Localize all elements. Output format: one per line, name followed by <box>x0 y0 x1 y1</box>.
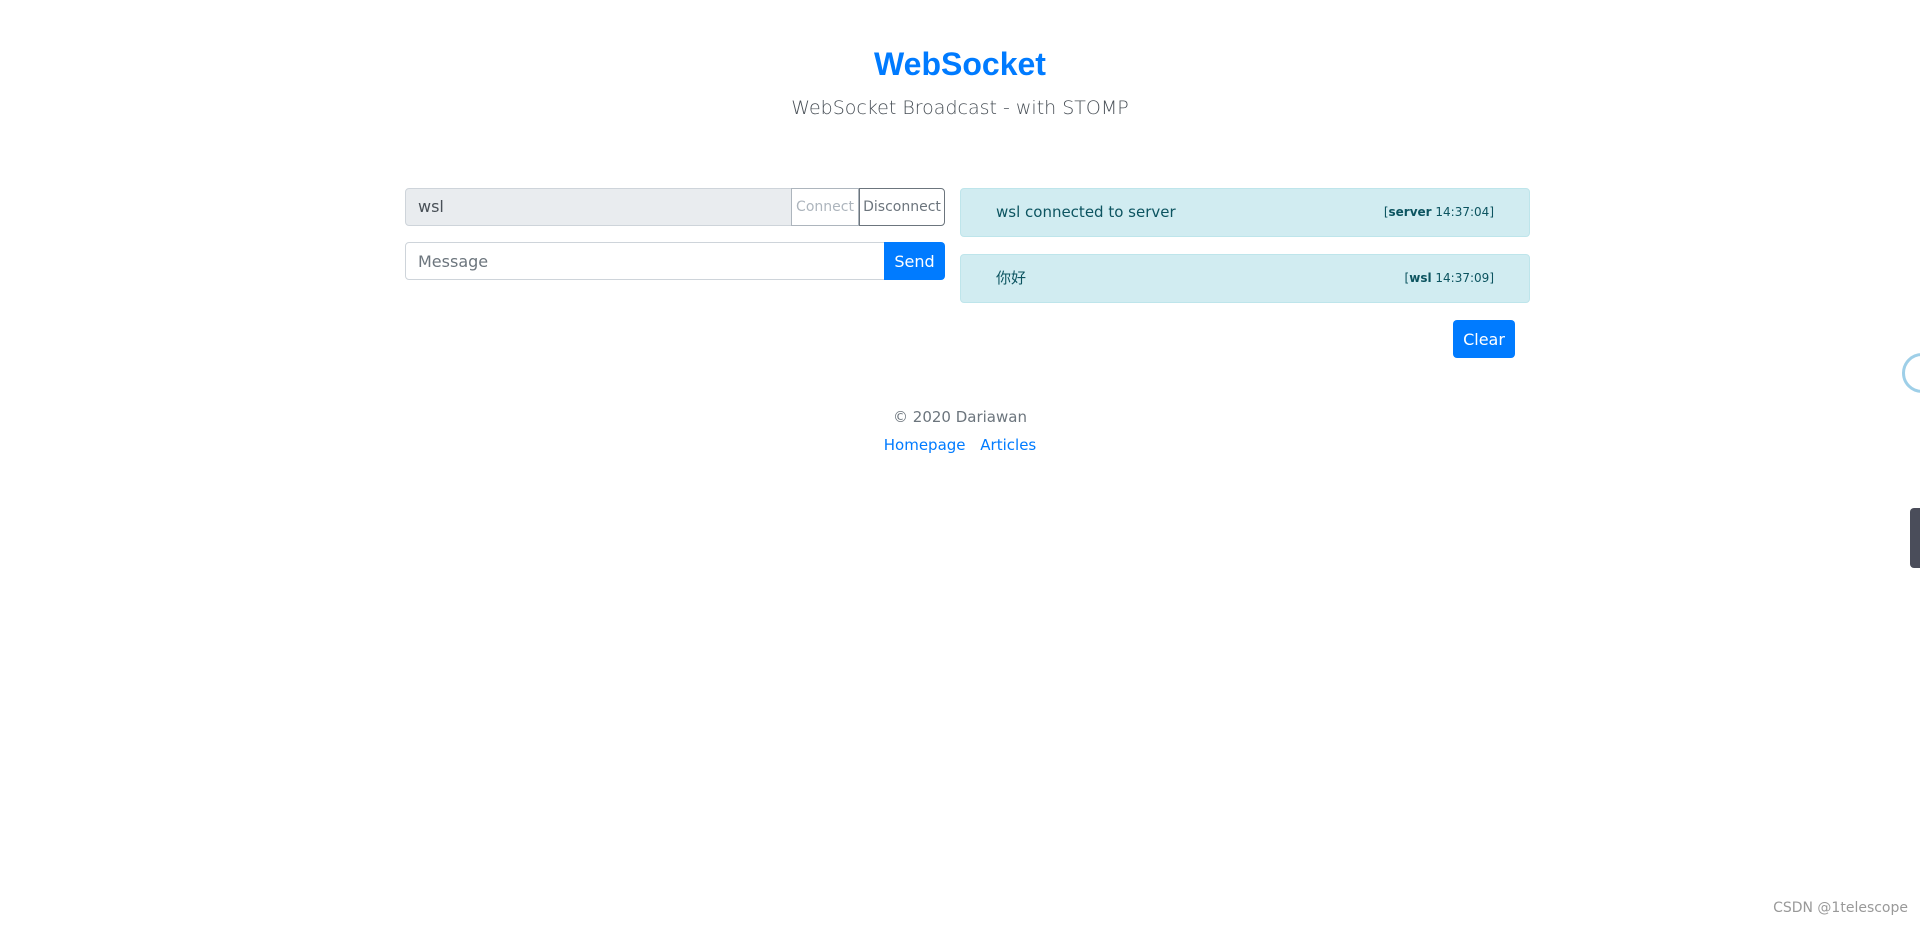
message-meta: [wsl 14:37:09] <box>1404 271 1494 285</box>
footer-links: Homepage Articles <box>0 436 1920 454</box>
message-time: 14:37:04 <box>1435 205 1490 219</box>
send-button[interactable]: Send <box>884 242 945 280</box>
homepage-link[interactable]: Homepage <box>884 436 966 454</box>
message-text: 你好 <box>996 269 1027 287</box>
username-input[interactable]: wsl <box>405 188 792 226</box>
message-text: wsl connected to server <box>996 203 1176 221</box>
page-subtitle: WebSocket Broadcast - with STOMP <box>791 97 1129 119</box>
message-sender: wsl <box>1409 271 1432 285</box>
message-sender: server <box>1388 205 1432 219</box>
page-title: WebSocket <box>874 46 1046 82</box>
clear-button[interactable]: Clear <box>1453 320 1515 358</box>
watermark: CSDN @1telescope <box>1773 900 1908 916</box>
extension-side-widget-icon[interactable] <box>1910 508 1920 568</box>
extension-floating-icon[interactable] <box>1902 353 1920 393</box>
footer-copyright: © 2020 Dariawan <box>893 408 1027 426</box>
connect-button[interactable]: Connect <box>791 188 859 226</box>
message-item: 你好 [wsl 14:37:09] <box>960 254 1530 303</box>
message-meta: [server 14:37:04] <box>1383 205 1494 219</box>
message-input[interactable] <box>405 242 885 280</box>
disconnect-button[interactable]: Disconnect <box>859 188 945 226</box>
message-item: wsl connected to server [server 14:37:04… <box>960 188 1530 237</box>
articles-link[interactable]: Articles <box>980 436 1036 454</box>
message-time: 14:37:09 <box>1435 271 1490 285</box>
